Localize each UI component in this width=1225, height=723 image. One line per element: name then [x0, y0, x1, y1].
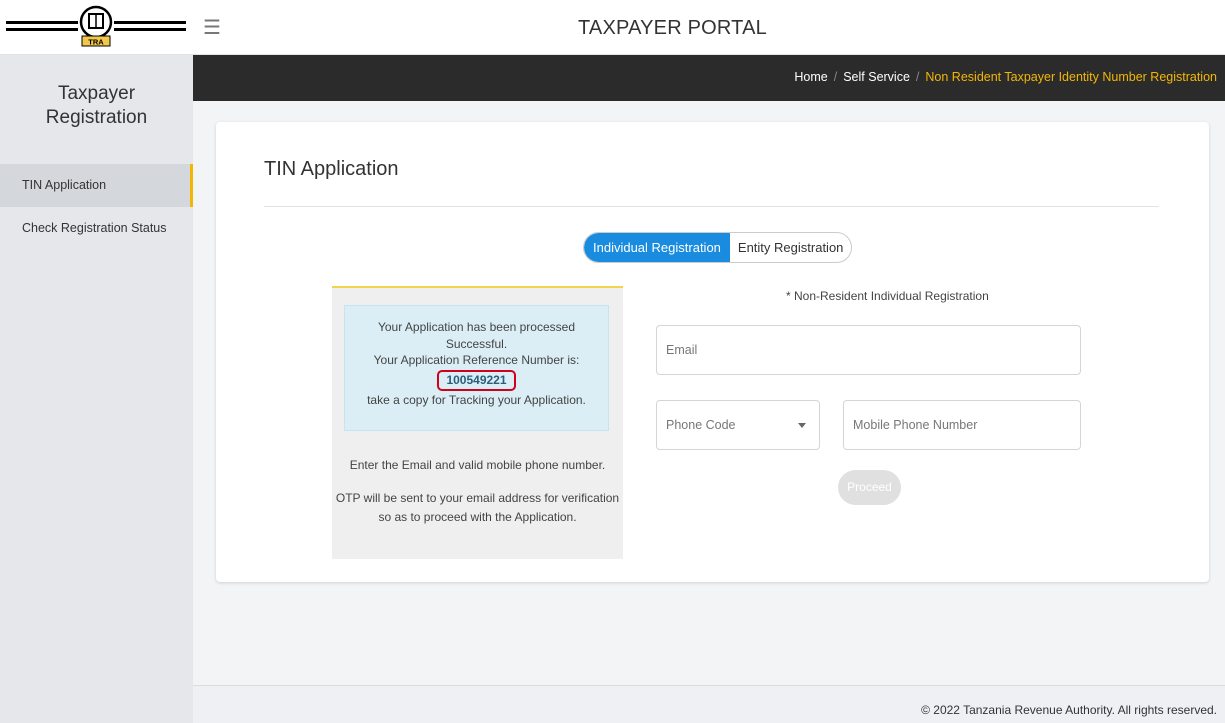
success-line-4: take a copy for Tracking your Applicatio…: [367, 392, 586, 407]
tab-individual-registration[interactable]: Individual Registration: [584, 233, 730, 262]
proceed-button[interactable]: Proceed: [838, 470, 901, 505]
mobile-phone-field: [843, 400, 1081, 450]
phone-code-select[interactable]: Phone Code: [656, 400, 820, 450]
success-line-2: Successful.: [445, 336, 508, 351]
success-message: Your Application has been processed Succ…: [344, 305, 609, 431]
page-title: TIN Application: [264, 158, 399, 180]
portal-title: TAXPAYER PORTAL: [578, 17, 767, 39]
breadcrumb-current: Non Resident Taxpayer Identity Number Re…: [925, 70, 1217, 84]
sidebar-item-label: Check Registration Status: [22, 221, 167, 235]
mobile-phone-input[interactable]: [853, 401, 1080, 449]
divider: [264, 206, 1159, 207]
form-caption: * Non-Resident Individual Registration: [786, 289, 989, 303]
tin-application-card: TIN Application Individual Registration …: [216, 122, 1209, 582]
chevron-down-icon: [798, 423, 806, 428]
instruction-line-2: OTP will be sent to your email address f…: [335, 491, 620, 505]
sidebar-title-text: Taxpayer Registration: [45, 83, 148, 128]
breadcrumb-self-service[interactable]: Self Service: [843, 70, 910, 84]
email-input[interactable]: [666, 326, 1080, 374]
info-panel: Your Application has been processed Succ…: [332, 286, 623, 559]
sidebar-item-label: TIN Application: [22, 178, 107, 192]
email-field: [656, 325, 1081, 375]
footer-copyright: © 2022 Tanzania Revenue Authority. All r…: [921, 703, 1217, 717]
sidebar-item-tin-application[interactable]: TIN Application: [0, 164, 193, 207]
registration-type-toggle: Individual Registration Entity Registrat…: [583, 232, 853, 263]
phone-code-placeholder: Phone Code: [666, 418, 736, 432]
breadcrumb-home[interactable]: Home: [794, 70, 827, 84]
success-line-3: Your Application Reference Number is:: [373, 353, 580, 367]
sidebar: Taxpayer Registration TIN Application Ch…: [0, 55, 193, 723]
instruction-line-3: so as to proceed with the Application.: [378, 510, 577, 524]
reference-number: 100549221: [437, 369, 516, 391]
sidebar-title: Taxpayer Registration: [0, 82, 193, 130]
sidebar-item-check-registration-status[interactable]: Check Registration Status: [0, 207, 193, 250]
top-header: TRA ☰ TAXPAYER PORTAL: [0, 0, 1225, 55]
breadcrumb-bar: Home / Self Service / Non Resident Taxpayer …: [193, 55, 1225, 101]
instruction-line-1: Enter the Email and valid mobile phone n…: [349, 458, 606, 472]
breadcrumb: Home / Self Service / Non Resident Taxpayer …: [794, 70, 1217, 84]
tab-entity-registration[interactable]: Entity Registration: [730, 233, 851, 262]
success-line-1: Your Application has been processed: [377, 320, 576, 334]
footer: © 2022 Tanzania Revenue Authority. All r…: [193, 685, 1225, 723]
